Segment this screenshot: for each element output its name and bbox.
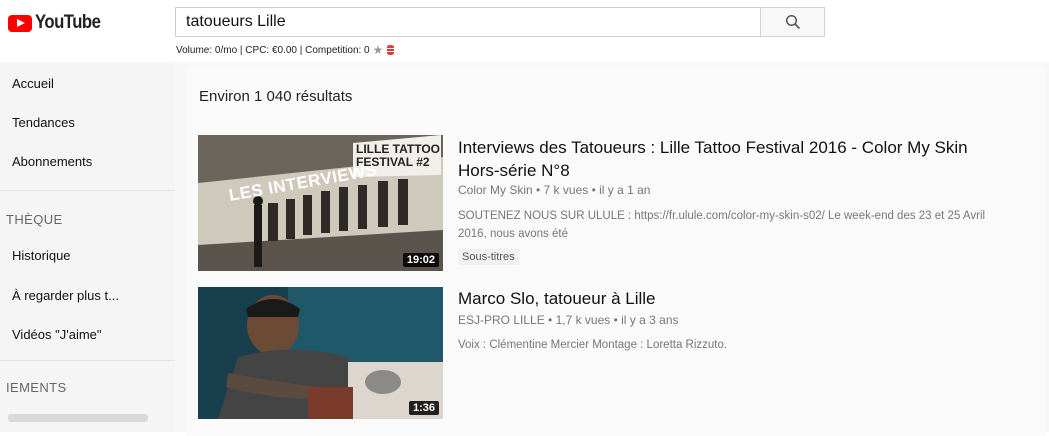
video-title[interactable]: Interviews des Tatoueurs : Lille Tattoo … — [458, 136, 968, 182]
video-title[interactable]: Marco Slo, tatoueur à Lille — [458, 287, 656, 310]
thumbnail-image — [198, 287, 443, 419]
keyword-info-bar: Volume: 0/mo | CPC: €0.00 | Competition:… — [176, 43, 395, 57]
video-meta[interactable]: ESJ-PRO LILLE • 1,7 k vues • il y a 3 an… — [458, 313, 679, 327]
masthead: YouTube tatoueurs Lille Volume: 0/mo | C… — [0, 0, 1049, 62]
sidebar-item-subscriptions[interactable]: Abonnements — [12, 154, 92, 169]
video-meta[interactable]: Color My Skin • 7 k vues • il y a 1 an — [458, 183, 650, 197]
sidebar-item-home[interactable]: Accueil — [12, 76, 54, 91]
search-input[interactable]: tatoueurs Lille — [175, 7, 760, 37]
sidebar-heading-library: THÈQUE — [6, 212, 63, 227]
video-thumbnail[interactable]: 1:36 — [198, 287, 443, 419]
sidebar-divider — [0, 190, 175, 191]
logo-text: YouTube — [35, 12, 101, 33]
video-description-line1: SOUTENEZ NOUS SUR ULULE : https://fr.ulu… — [458, 210, 986, 222]
search-button[interactable] — [760, 7, 825, 37]
sidebar-item-watch-later[interactable]: À regarder plus t... — [12, 288, 119, 303]
thumbnail-logo-text: LILLE TATTOO FESTIVAL #2 — [356, 143, 440, 169]
video-description-line2: 2016, nous avons été — [458, 228, 568, 240]
video-title-line1: Interviews des Tatoueurs : Lille Tattoo … — [458, 138, 968, 157]
sidebar-divider — [0, 360, 175, 361]
database-icon[interactable] — [387, 45, 395, 55]
video-duration: 1:36 — [408, 401, 439, 415]
sidebar-item-cutoff[interactable] — [8, 414, 148, 422]
star-icon[interactable]: ★ — [373, 43, 384, 57]
video-description: Voix : Clémentine Mercier Montage : Lore… — [458, 339, 728, 351]
guide-sidebar: Accueil Tendances Abonnements THÈQUE His… — [0, 62, 175, 432]
sidebar-item-trending[interactable]: Tendances — [12, 115, 75, 130]
sidebar-item-liked-videos[interactable]: Vidéos "J'aime" — [12, 327, 102, 342]
video-title-line2: Hors-série N°8 — [458, 161, 570, 180]
thumbnail-logo-line2: FESTIVAL #2 — [356, 155, 430, 169]
sidebar-heading-subscriptions: IEMENTS — [6, 380, 67, 395]
video-duration: 19:02 — [402, 253, 439, 267]
video-thumbnail[interactable]: LES INTERVIEWS LILLE TATTOO FESTIVAL #2 … — [198, 135, 443, 271]
sidebar-item-history[interactable]: Historique — [12, 248, 71, 263]
keyword-stats: Volume: 0/mo | CPC: €0.00 | Competition:… — [176, 44, 370, 56]
youtube-logo-icon — [8, 14, 32, 32]
search-icon — [785, 14, 800, 30]
results-count: Environ 1 040 résultats — [199, 88, 353, 105]
video-description: SOUTENEZ NOUS SUR ULULE : https://fr.ulu… — [458, 207, 985, 243]
subtitles-badge: Sous-titres — [458, 249, 519, 265]
youtube-logo[interactable]: YouTube — [8, 12, 109, 34]
